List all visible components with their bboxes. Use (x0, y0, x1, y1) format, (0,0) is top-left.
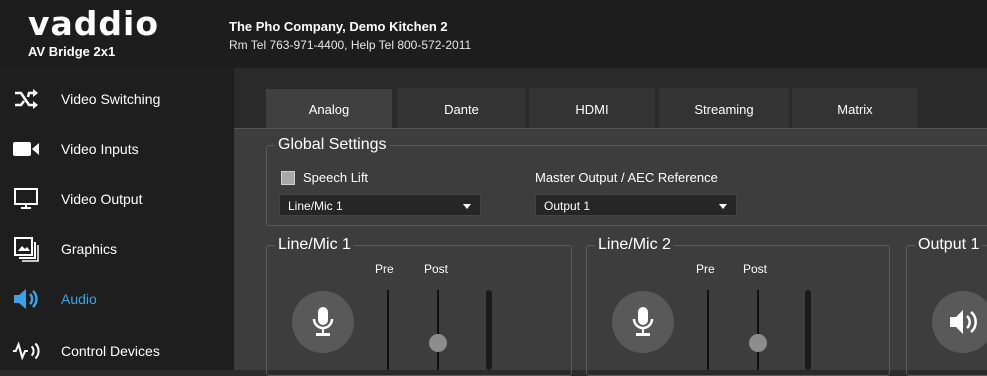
sidebar-item-label: Video Switching (61, 91, 161, 107)
sidebar-item-video-inputs[interactable]: Video Inputs (0, 124, 234, 174)
sidebar-item-label: Video Inputs (61, 141, 139, 157)
mic-mute-button[interactable] (612, 291, 674, 353)
room-name: The Pho Company, Demo Kitchen 2 (229, 19, 448, 34)
pre-level-meter (707, 290, 709, 370)
shuffle-icon (12, 85, 40, 113)
sidebar-item-label: Video Output (61, 191, 143, 207)
speech-lift-label: Speech Lift (303, 170, 369, 185)
video-camera-icon (12, 135, 40, 163)
tab-streaming[interactable]: Streaming (659, 88, 789, 130)
sidebar-item-video-output[interactable]: Video Output (0, 174, 234, 224)
speech-lift-source-select[interactable]: Line/Mic 1 (279, 194, 481, 216)
mic-mute-button[interactable] (292, 291, 354, 353)
pre-label: Pre (375, 262, 394, 276)
post-label: Post (424, 262, 449, 276)
product-name: AV Bridge 2x1 (28, 44, 116, 59)
control-signal-icon (12, 337, 40, 365)
room-phones: Rm Tel 763-971-4400, Help Tel 800-572-20… (229, 38, 472, 52)
channel-title: Line/Mic 1 (278, 236, 351, 253)
microphone-icon (632, 307, 654, 336)
master-output-label: Master Output / AEC Reference (535, 170, 718, 185)
sidebar-nav: Video Switching Video Inputs Video Outpu… (0, 68, 234, 370)
speaker-icon (12, 285, 40, 313)
post-volume-track (437, 290, 439, 370)
tab-hdmi[interactable]: HDMI (529, 88, 655, 130)
microphone-icon (312, 307, 334, 336)
vaddio-logo: vaddio (28, 4, 160, 43)
output-mute-button[interactable] (932, 291, 987, 353)
sidebar-item-video-switching[interactable]: Video Switching (0, 74, 234, 124)
level-meter (486, 290, 492, 370)
sidebar-item-graphics[interactable]: Graphics (0, 224, 234, 274)
tab-analog[interactable]: Analog (266, 89, 392, 130)
chevron-down-icon (719, 204, 727, 209)
tab-dante[interactable]: Dante (397, 88, 526, 130)
master-output-select[interactable]: Output 1 (535, 194, 737, 216)
master-output-value: Output 1 (544, 199, 591, 213)
header-bar: vaddio AV Bridge 2x1 The Pho Company, De… (0, 0, 987, 68)
post-volume-slider[interactable] (429, 334, 447, 352)
speech-lift-checkbox[interactable] (281, 170, 295, 185)
image-stack-icon (12, 235, 40, 263)
global-settings-title: Global Settings (278, 136, 387, 153)
sidebar-item-label: Control Devices (61, 343, 160, 359)
sidebar-item-label: Audio (61, 291, 97, 307)
channel-title: Output 1 (918, 236, 980, 253)
sidebar-item-control-devices[interactable]: Control Devices (0, 326, 234, 376)
post-volume-track (757, 290, 759, 370)
tab-matrix[interactable]: Matrix (792, 88, 918, 130)
pre-label: Pre (696, 262, 715, 276)
sidebar-item-label: Graphics (61, 241, 118, 257)
post-label: Post (743, 262, 768, 276)
pre-level-meter (387, 290, 389, 370)
speaker-icon (950, 310, 977, 334)
speech-lift-row: Speech Lift (281, 170, 368, 185)
speech-lift-source-value: Line/Mic 1 (288, 199, 343, 213)
chevron-down-icon (463, 204, 471, 209)
post-volume-slider[interactable] (749, 334, 767, 352)
level-meter (805, 290, 811, 370)
channel-title: Line/Mic 2 (598, 236, 671, 253)
monitor-icon (12, 185, 40, 213)
sidebar-item-audio[interactable]: Audio (0, 274, 234, 324)
